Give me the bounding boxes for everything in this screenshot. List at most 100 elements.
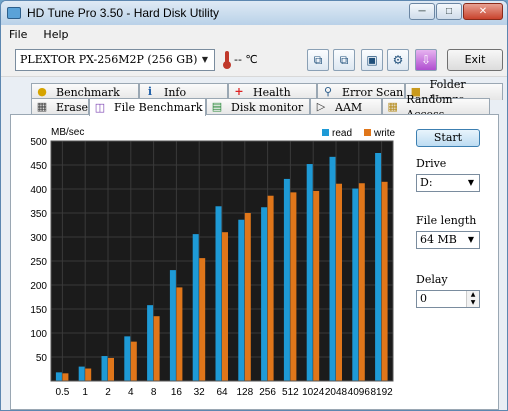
x-tick-label: 1024 <box>302 387 325 398</box>
x-tick-label: 4 <box>128 387 134 398</box>
start-button[interactable]: Start <box>416 129 480 147</box>
tab-aam[interactable]: ▷ AAM <box>310 98 382 115</box>
y-tick-label: 200 <box>30 281 47 292</box>
toolbar: PLEXTOR PX-256M2P (256 GB) ▼ -- ℃ ⧉ ⧉ ▣ … <box>1 43 507 77</box>
write-bar <box>290 192 297 381</box>
x-tick-label: 2048 <box>325 387 348 398</box>
x-tick-label: 4096 <box>348 387 371 398</box>
x-tick-label: 16 <box>171 387 183 398</box>
y-tick-label: 500 <box>30 137 47 148</box>
spin-down-icon[interactable]: ▼ <box>466 299 479 307</box>
read-bar <box>215 206 222 381</box>
chevron-down-icon[interactable]: ▼ <box>198 52 212 68</box>
random-access-icon: ▦ <box>387 100 398 113</box>
menu-file[interactable]: File <box>1 28 35 41</box>
window-controls: ─ □ ✕ <box>409 3 503 20</box>
read-bar <box>329 156 336 381</box>
write-bar <box>336 183 342 381</box>
y-tick-label: 450 <box>30 161 47 172</box>
y-axis-label: MB/sec <box>51 127 84 138</box>
read-bar <box>352 188 359 381</box>
read-bar <box>306 164 313 381</box>
read-bar <box>261 207 268 381</box>
chevron-down-icon[interactable]: ▼ <box>465 176 477 190</box>
file-benchmark-panel: 50 100 150 200 250 300 350 400 450 500 0.5 1 2 4 8 16 32… <box>10 114 499 410</box>
delay-value: 0 <box>420 292 427 305</box>
legend-label-read: read <box>332 128 352 139</box>
speaker-icon: ▷ <box>316 100 326 113</box>
tab-file-benchmark[interactable]: ◫ File Benchmark <box>89 98 206 116</box>
x-tick-label: 64 <box>216 387 228 398</box>
write-bar <box>222 232 228 381</box>
x-tick-label: 256 <box>259 387 276 398</box>
write-bar <box>176 287 183 381</box>
window-title: HD Tune Pro 3.50 - Hard Disk Utility <box>27 6 220 20</box>
write-bar <box>62 373 69 381</box>
temperature-readout: -- ℃ <box>234 53 258 66</box>
read-bar <box>147 305 154 381</box>
read-bar <box>375 153 382 381</box>
menu-help[interactable]: Help <box>35 28 76 41</box>
save-icon[interactable]: ▣ <box>361 49 383 71</box>
write-bar <box>199 258 206 381</box>
y-tick-label: 100 <box>30 329 47 340</box>
read-bar <box>283 178 290 381</box>
title-bar[interactable]: HD Tune Pro 3.50 - Hard Disk Utility ─ □… <box>1 1 507 25</box>
delay-spinner[interactable]: 0 ▲ ▼ <box>416 290 480 308</box>
app-icon <box>7 7 21 19</box>
read-bar <box>124 336 131 381</box>
copy-info-icon[interactable]: ⧉ <box>307 49 329 71</box>
read-bar <box>78 366 85 381</box>
spin-up-icon[interactable]: ▲ <box>466 291 479 299</box>
write-bar <box>381 181 388 381</box>
app-window: HD Tune Pro 3.50 - Hard Disk Utility ─ □… <box>0 0 508 411</box>
file-length-value: 64 MB <box>420 233 457 246</box>
drive-label: Drive <box>416 157 447 170</box>
x-tick-label: 32 <box>194 387 206 398</box>
write-bar <box>358 183 365 381</box>
x-tick-label: 0.5 <box>55 387 69 398</box>
x-tick-label: 8 <box>151 387 157 398</box>
options-icon[interactable]: ⚙ <box>387 49 409 71</box>
trash-icon: ▦ <box>36 100 48 113</box>
drive-select-value: PLEXTOR PX-256M2P (256 GB) <box>20 53 198 66</box>
maximize-icon[interactable]: □ <box>436 3 462 20</box>
drive-select[interactable]: PLEXTOR PX-256M2P (256 GB) ▼ <box>15 49 215 71</box>
file-benchmark-icon: ◫ <box>94 100 106 114</box>
write-bar <box>153 316 160 381</box>
y-tick-label: 400 <box>30 185 47 196</box>
y-tick-label: 300 <box>30 233 47 244</box>
legend-swatch-read <box>322 129 329 136</box>
write-bar <box>244 213 251 381</box>
delay-label: Delay <box>416 273 448 286</box>
x-tick-label: 1 <box>82 387 88 398</box>
file-length-label: File length <box>416 214 477 227</box>
read-bar <box>55 372 62 381</box>
download-icon[interactable]: ⇩ <box>415 49 437 71</box>
close-icon[interactable]: ✕ <box>463 3 503 20</box>
tab-disk-monitor[interactable]: ▤ Disk monitor <box>206 98 310 115</box>
minimize-icon[interactable]: ─ <box>409 3 435 20</box>
write-bar <box>108 357 114 381</box>
file-length-combo[interactable]: 64 MB ▼ <box>416 231 480 249</box>
exit-button[interactable]: Exit <box>447 49 503 71</box>
drive-combo[interactable]: D: ▼ <box>416 174 480 192</box>
x-tick-label: 8192 <box>370 387 393 398</box>
disk-monitor-icon: ▤ <box>211 100 223 113</box>
drive-combo-value: D: <box>420 176 433 189</box>
tab-row-bottom: ▦ Erase ◫ File Benchmark ▤ Disk monitor ▷ AA… <box>31 93 490 121</box>
info-icon: i <box>147 85 153 98</box>
health-icon: + <box>234 85 244 98</box>
error-scan-icon: ⚲ <box>323 85 333 98</box>
x-tick-label: 2 <box>105 387 111 398</box>
y-tick-label: 250 <box>30 257 47 268</box>
thermometer-icon <box>223 51 231 69</box>
tab-erase[interactable]: ▦ Erase <box>31 98 89 115</box>
read-bar <box>101 356 108 381</box>
tab-random-access[interactable]: ▦Random Access <box>382 93 490 121</box>
benchmark-controls: Start Drive D: ▼ File length 64 MB ▼ Del… <box>411 123 501 393</box>
write-bar <box>130 341 137 381</box>
copy-screenshot-icon[interactable]: ⧉ <box>333 49 355 71</box>
benchmark-chart: 50 100 150 200 250 300 350 400 450 500 0.5 1 2 4 8 16 32… <box>21 123 401 407</box>
chevron-down-icon[interactable]: ▼ <box>465 233 477 247</box>
